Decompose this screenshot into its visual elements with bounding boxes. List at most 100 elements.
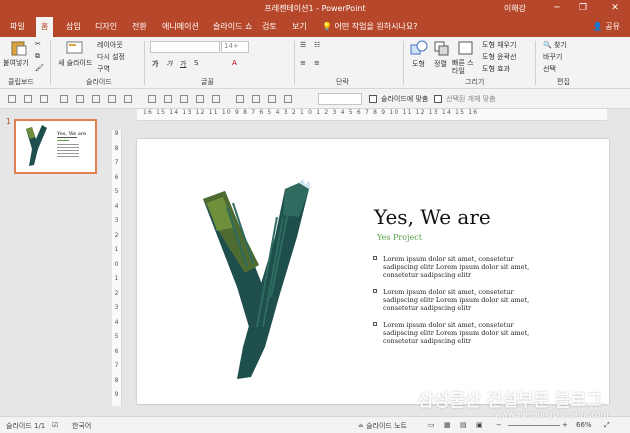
zoom-combo[interactable]	[318, 93, 362, 105]
tab-design[interactable]: 디자인	[95, 21, 117, 32]
search-icon: 🔍	[543, 41, 552, 49]
shape-effects-button[interactable]: 도형 효과	[482, 64, 510, 74]
slide-canvas[interactable]: Yes, We are Yes Project Lorem ipsum dolo…	[137, 139, 609, 404]
tab-file[interactable]: 파일	[10, 21, 25, 32]
tab-home[interactable]: 홈	[36, 17, 54, 37]
notes-button[interactable]: ≐ 슬라이드 노트	[358, 421, 407, 431]
select-objects-checkbox[interactable]	[434, 95, 442, 103]
tab-animations[interactable]: 애니메이션	[162, 21, 199, 32]
shadow-button[interactable]: S	[194, 59, 198, 67]
shapes-button[interactable]: 도형	[412, 59, 425, 69]
ruler-tick: 5	[114, 188, 119, 195]
fit-slide-checkbox[interactable]	[369, 95, 377, 103]
slide-sorter-icon[interactable]: ▦	[444, 421, 451, 429]
bullet-item: Lorem ipsum dolor sit amet, consetetur s…	[373, 255, 543, 279]
spellcheck-icon[interactable]: ☑	[52, 421, 58, 429]
zoom-slider[interactable]	[508, 425, 560, 426]
tab-transitions[interactable]: 전환	[132, 21, 147, 32]
slideshow-icon[interactable]: ▣	[476, 421, 483, 429]
align-center-icon[interactable]: ≡	[314, 59, 320, 67]
tab-review[interactable]: 검토	[262, 21, 277, 32]
tool-icon[interactable]	[92, 95, 100, 103]
bullet-marker	[373, 322, 377, 326]
tool-icon[interactable]	[148, 95, 156, 103]
font-name-combo[interactable]	[150, 41, 220, 53]
new-slide-button[interactable]: 새 슬라이드	[58, 58, 92, 68]
quick-styles-button[interactable]: 빠른 스타일	[452, 59, 476, 75]
italic-button[interactable]: 가	[166, 59, 172, 69]
slide-title[interactable]: Yes, We are	[374, 205, 491, 229]
tool-icon[interactable]	[60, 95, 68, 103]
zoom-level[interactable]: 66%	[576, 421, 592, 429]
normal-view-icon[interactable]: ▭	[428, 421, 435, 429]
paste-button[interactable]: 붙여넣기	[3, 58, 29, 68]
vertical-ruler[interactable]: 9 8 7 6 5 4 3 2 1 0 1 2 3 4 5 6 7 8 9	[112, 130, 122, 406]
bullets-icon[interactable]: ☰	[300, 41, 306, 49]
replace-button[interactable]: 바꾸기	[543, 52, 562, 62]
tool-icon[interactable]	[8, 95, 16, 103]
reset-button[interactable]: 다시 설정	[97, 52, 125, 62]
tell-me-text: 어떤 작업을 원하시나요?	[334, 22, 418, 31]
tool-icon[interactable]	[212, 95, 220, 103]
tool-icon[interactable]	[76, 95, 84, 103]
tell-me-box[interactable]: 💡 어떤 작업을 원하시나요?	[322, 21, 417, 32]
ruler-tick: 2	[114, 231, 119, 239]
tool-icon[interactable]	[268, 95, 276, 103]
underline-button[interactable]: 가	[180, 59, 186, 69]
tool-icon[interactable]	[252, 95, 260, 103]
arrange-button[interactable]: 정렬	[434, 59, 447, 69]
bullet-marker	[373, 289, 377, 293]
align-left-icon[interactable]: ≡	[300, 59, 306, 67]
group-slides: 슬라이드	[86, 78, 112, 86]
shape-fill-button[interactable]: 도형 채우기	[482, 40, 516, 50]
copy-icon[interactable]: ⧉	[35, 52, 40, 61]
tab-insert[interactable]: 삽입	[66, 21, 81, 32]
numbering-icon[interactable]: ☷	[314, 41, 320, 49]
y-letter-image[interactable]	[187, 177, 367, 417]
zoom-out-icon[interactable]: −	[496, 421, 502, 429]
minimize-button[interactable]: ─	[548, 1, 566, 15]
find-button[interactable]: 🔍 찾기	[543, 40, 567, 50]
user-name[interactable]: 이해강	[504, 3, 526, 14]
restore-button[interactable]: ❐	[574, 1, 592, 15]
quick-styles-icon[interactable]	[457, 40, 475, 56]
paste-icon[interactable]	[10, 40, 28, 56]
tool-icon[interactable]	[40, 95, 48, 103]
select-button[interactable]: 선택	[543, 64, 556, 74]
slide-subtitle[interactable]: Yes Project	[377, 233, 422, 242]
font-color-button[interactable]: A	[232, 59, 237, 67]
tool-icon[interactable]	[236, 95, 244, 103]
tool-icon[interactable]	[284, 95, 292, 103]
tab-slideshow[interactable]: 슬라이드 쇼	[213, 21, 252, 32]
group-font: 글꼴	[201, 78, 214, 86]
bold-button[interactable]: 가	[152, 59, 158, 69]
font-size-combo[interactable]: 14+	[221, 41, 249, 53]
arrange-icon[interactable]	[433, 40, 451, 56]
tool-icon[interactable]	[196, 95, 204, 103]
shape-outline-button[interactable]: 도형 윤곽선	[482, 52, 516, 62]
tool-icon[interactable]	[164, 95, 172, 103]
shapes-icon[interactable]	[410, 40, 428, 56]
share-button[interactable]: 👤 공유	[593, 21, 620, 32]
language-indicator[interactable]: 한국어	[72, 421, 91, 431]
new-slide-icon[interactable]	[66, 40, 84, 56]
slide-thumbnail[interactable]: Yes, We are	[14, 119, 97, 174]
tool-icon[interactable]	[124, 95, 132, 103]
section-button[interactable]: 구역	[97, 64, 110, 74]
tool-icon[interactable]	[180, 95, 188, 103]
fit-window-icon[interactable]: ⤢	[604, 421, 610, 430]
reading-view-icon[interactable]: ▤	[460, 421, 467, 429]
ruler-tick: 8	[114, 376, 119, 384]
bullet-list[interactable]: Lorem ipsum dolor sit amet, consetetur s…	[373, 255, 543, 354]
tool-icon[interactable]	[108, 95, 116, 103]
bullet-item: Lorem ipsum dolor sit amet, consetetur s…	[373, 321, 543, 345]
layout-button[interactable]: 레이아웃	[97, 40, 123, 50]
horizontal-ruler[interactable]: 16 15 14 13 12 11 10 9 8 7 6 5 4 3 2 1 0…	[137, 109, 607, 121]
zoom-in-icon[interactable]: +	[562, 421, 568, 429]
close-button[interactable]: ✕	[606, 1, 624, 15]
watermark-url: www.samsungblueprint.com	[495, 410, 609, 419]
tab-view[interactable]: 보기	[292, 21, 307, 32]
cut-icon[interactable]: ✂	[35, 40, 41, 48]
tool-icon[interactable]	[24, 95, 32, 103]
format-painter-icon[interactable]: 🖌	[35, 64, 44, 72]
